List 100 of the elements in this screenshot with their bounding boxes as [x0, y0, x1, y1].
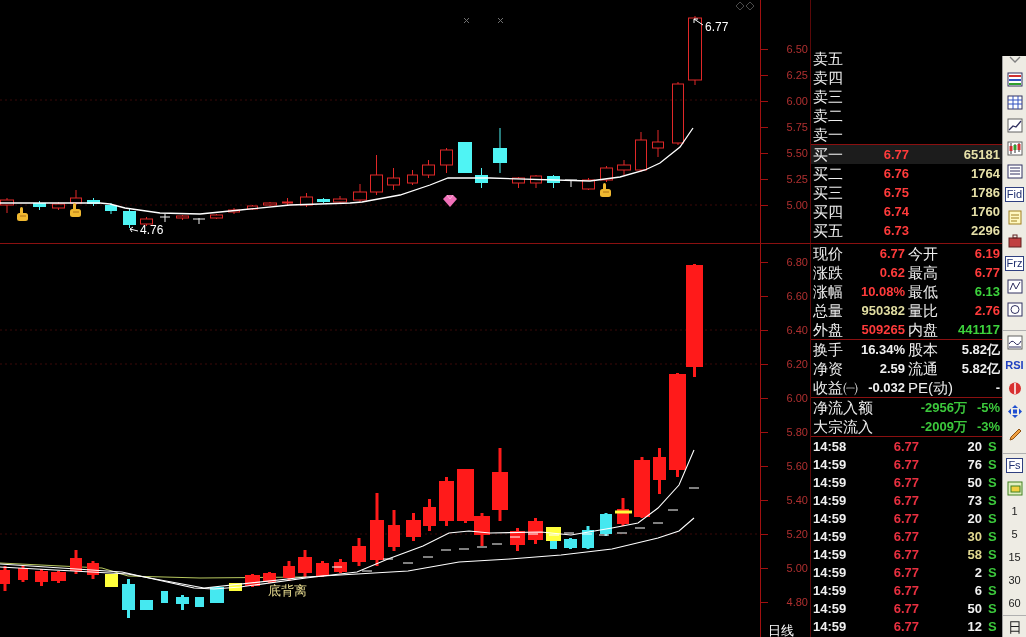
toolbar-button[interactable]: 60	[1007, 597, 1022, 610]
quote-label: 量比	[908, 302, 938, 319]
bid-volume: 65181	[962, 147, 1000, 162]
list-icon[interactable]	[1006, 164, 1023, 179]
axis-label: 5.00	[786, 562, 808, 574]
trade-side: S	[988, 456, 997, 472]
fundamental-label: PE(动)	[908, 379, 953, 396]
quote-label: 涨跌	[813, 264, 843, 281]
trade-price: 6.77	[892, 600, 919, 616]
quote-label: 今开	[908, 245, 938, 262]
bid-price: 6.77	[882, 147, 909, 162]
fund-flow-label: 净流入额	[813, 399, 874, 416]
fund-flow-percent: -3%	[975, 419, 1000, 434]
wave-chart-icon[interactable]	[1006, 335, 1023, 350]
trade-side: S	[988, 438, 997, 454]
fundamental-value: 2.59	[879, 361, 905, 376]
bid-price: 6.76	[882, 166, 909, 181]
toolbar-button[interactable]: Fid	[1004, 187, 1025, 202]
trade-volume: 2	[973, 564, 982, 580]
axis-label: 6.60	[786, 290, 808, 302]
trade-price: 6.77	[892, 456, 919, 472]
trade-time: 14:59	[813, 474, 848, 490]
trade-side: S	[988, 546, 997, 562]
quote-value: 0.62	[879, 265, 905, 280]
line-chart-icon[interactable]	[1006, 118, 1023, 133]
axis-label: 6.00	[786, 95, 808, 107]
window-icon[interactable]	[1006, 481, 1023, 496]
toolbar-button[interactable]: Frz	[1004, 256, 1025, 271]
ask-level-label: 卖四	[813, 69, 843, 86]
trade-volume: 30	[966, 528, 982, 544]
bid-price: 6.74	[882, 204, 909, 219]
pencil-icon[interactable]	[1006, 427, 1023, 442]
trade-volume: 20	[966, 438, 982, 454]
chevron-icon[interactable]	[1008, 56, 1021, 63]
axis-label: 6.40	[786, 324, 808, 336]
arrow-icon	[129, 226, 139, 234]
bid-price: 6.75	[882, 185, 909, 200]
ask-level-label: 卖一	[813, 126, 843, 143]
fundamental-label: 股本	[908, 341, 938, 358]
quote-label: 最低	[908, 283, 938, 300]
toolbar-button[interactable]: 30	[1007, 574, 1022, 587]
bid-level-label: 买一	[813, 146, 844, 163]
trade-time: 14:59	[813, 510, 848, 526]
bid-level-label: 买五	[813, 222, 844, 239]
axis-label: 5.40	[786, 494, 808, 506]
trade-volume: 6	[973, 582, 982, 598]
trade-price: 6.77	[892, 618, 919, 634]
axis-label: 5.20	[786, 528, 808, 540]
grid-icon[interactable]	[1006, 95, 1023, 110]
quote-value: 10.08%	[860, 284, 905, 299]
move-icon[interactable]	[1006, 404, 1023, 419]
candlestick-icon[interactable]	[1006, 141, 1023, 156]
fund-flow-percent: -5%	[975, 400, 1000, 415]
axis-label: 6.00	[786, 392, 808, 404]
cross-mark-icon	[497, 17, 504, 24]
trade-price: 6.77	[892, 582, 919, 598]
trade-price: 6.77	[892, 474, 919, 490]
bid-volume: 1760	[970, 204, 1000, 219]
toolbar-button[interactable]: Fs	[1006, 458, 1023, 473]
axis-label: 6.50	[786, 43, 808, 55]
toolbar-button[interactable]: 1	[1010, 505, 1019, 518]
fundamental-label: 收益㈠	[813, 379, 858, 396]
axis-label: 5.60	[786, 460, 808, 472]
trade-price: 6.77	[892, 564, 919, 580]
quote-value: 6.19	[974, 246, 1000, 261]
period-button[interactable]: 日	[1007, 618, 1022, 635]
trade-time: 14:59	[813, 600, 848, 616]
quote-value: 509265	[861, 322, 905, 337]
ask-level-label: 卖二	[813, 107, 843, 124]
quote-value: 2.76	[974, 303, 1000, 318]
trade-price: 6.77	[892, 492, 919, 508]
trade-volume: 50	[966, 474, 982, 490]
toolbar-button[interactable]: RSI	[1004, 359, 1025, 372]
trade-volume: 73	[966, 492, 982, 508]
axis-label: 6.20	[786, 358, 808, 370]
quote-label: 涨幅	[813, 283, 843, 300]
axis-label: 5.00	[786, 199, 808, 211]
table-icon[interactable]	[1006, 72, 1023, 87]
fundamental-value: 16.34%	[860, 342, 905, 357]
briefcase-icon[interactable]	[1006, 233, 1023, 248]
quote-label: 现价	[813, 245, 843, 262]
toolbar-button[interactable]: 15	[1007, 551, 1022, 564]
coin-icon[interactable]	[1006, 381, 1023, 396]
price-label: 6.77	[705, 20, 729, 34]
trade-time: 14:59	[813, 456, 848, 472]
chart-frame-icon[interactable]	[1006, 279, 1023, 294]
arrow-icon	[693, 18, 704, 27]
trade-price: 6.77	[892, 510, 919, 526]
bid-level-label: 买三	[813, 184, 844, 201]
trade-time: 14:59	[813, 564, 848, 580]
quote-label: 总量	[813, 302, 843, 319]
diamond-icon	[735, 1, 755, 11]
fundamental-value: -0.032	[868, 380, 905, 395]
trade-time: 14:59	[813, 546, 848, 562]
trade-side: S	[988, 564, 997, 580]
ask-level-label: 卖五	[813, 50, 843, 67]
trade-side: S	[988, 618, 997, 634]
trade-price: 6.77	[892, 546, 919, 562]
toolbar-button[interactable]: 5	[1010, 528, 1019, 541]
quote-value: 441117	[958, 322, 1000, 337]
